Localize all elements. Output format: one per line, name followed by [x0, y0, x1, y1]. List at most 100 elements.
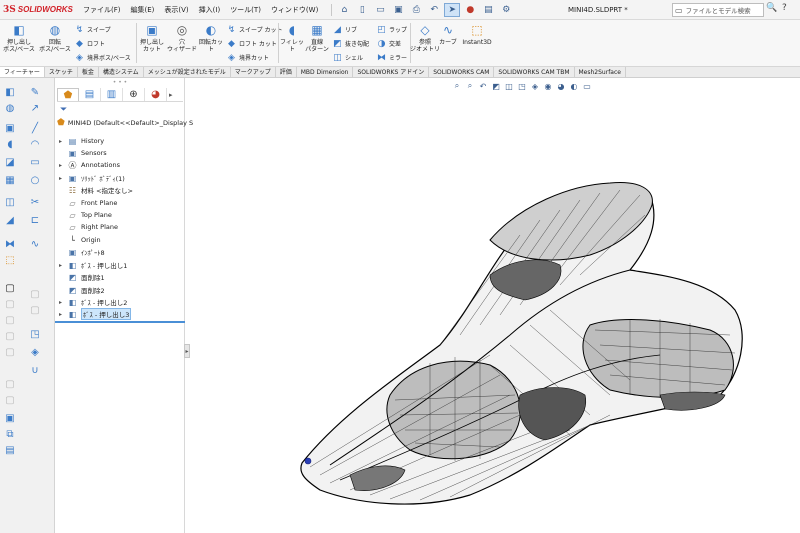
- options-gear-icon[interactable]: ⚙: [498, 3, 514, 17]
- tab-structure-system[interactable]: 構造システム: [99, 67, 144, 77]
- new-document-icon[interactable]: ▯: [354, 3, 370, 17]
- property-manager-tab-icon[interactable]: ▤: [79, 88, 101, 101]
- part-root-node[interactable]: ⬟ MINI4D (Default<<Default>_Display S: [57, 118, 193, 128]
- panel-grip-handle[interactable]: • • •: [55, 78, 185, 87]
- tab-features[interactable]: フィーチャー: [0, 67, 45, 77]
- properties-tool-icon[interactable]: ▤: [3, 444, 17, 457]
- select-pointer-icon[interactable]: ➤: [444, 2, 461, 17]
- search-input[interactable]: ファイルとモデル検索: [686, 5, 751, 15]
- tree-item-boss-extrude-1[interactable]: ▸ ◧ ﾎﾞｽ - 押し出し1: [59, 259, 127, 271]
- feature-tree-tab-icon[interactable]: ⬟: [57, 88, 79, 101]
- menu-insert[interactable]: 挿入(I): [194, 0, 226, 20]
- mirror-tool-icon[interactable]: ⧓: [3, 238, 17, 251]
- reference-geometry-button[interactable]: ◇ 参照 ジオメトリ: [410, 23, 440, 53]
- tree-item-origin[interactable]: └ Origin: [59, 234, 101, 246]
- tree-item-history[interactable]: ▸ ▤ History: [59, 135, 104, 147]
- disabled-tool-icon[interactable]: ▢: [28, 304, 42, 317]
- tree-item-boss-extrude-2[interactable]: ▸ ◧ ﾎﾞｽ - 押し出し2: [59, 296, 127, 308]
- curves-button[interactable]: ∿ カーブ: [438, 23, 458, 46]
- zoom-to-fit-icon[interactable]: ⌕: [452, 81, 462, 91]
- edit-appearance-icon[interactable]: ◕: [556, 81, 566, 91]
- chamfer-tool-icon[interactable]: ◪: [3, 156, 17, 169]
- boundary-boss-button[interactable]: ◈ 境界ボス/ベース: [74, 52, 131, 63]
- rebuild-icon[interactable]: ●: [462, 3, 478, 17]
- dimxpert-tab-icon[interactable]: ⊕: [123, 88, 145, 101]
- instant3d-button[interactable]: ⬚ Instant3D: [460, 23, 494, 46]
- arc-tool-icon[interactable]: ◠: [28, 138, 42, 151]
- tree-item-solid-bodies[interactable]: ▸ ▣ ｿﾘｯﾄﾞ ﾎﾞﾃﾞｨ(1): [59, 172, 125, 184]
- tab-sheet-metal[interactable]: 板金: [78, 67, 99, 77]
- curve-tool-icon[interactable]: ∪: [28, 364, 42, 377]
- tree-item-delete-face-1[interactable]: ◩ 面削除1: [59, 271, 105, 283]
- copy-tool-icon[interactable]: ⧉: [3, 428, 17, 441]
- disabled-tool-icon[interactable]: ▢: [3, 298, 17, 311]
- expand-arrow-icon[interactable]: ▸: [59, 175, 67, 182]
- disabled-tool-icon[interactable]: ▢: [3, 282, 17, 295]
- extruded-cut-button[interactable]: ▣ 押し出し カット: [138, 23, 166, 53]
- rollback-bar[interactable]: [55, 321, 185, 323]
- swept-boss-button[interactable]: ↯ スイープ: [74, 24, 111, 35]
- disabled-tool-icon[interactable]: ▢: [3, 378, 17, 391]
- section-view-icon[interactable]: ◩: [491, 81, 501, 91]
- offset-tool-icon[interactable]: ⊏: [28, 214, 42, 227]
- tree-item-import[interactable]: ▣ ｲﾝﾎﾟｰﾄ8: [59, 246, 105, 258]
- revolved-cut-button[interactable]: ◐ 回転カット: [198, 23, 224, 53]
- tree-item-top-plane[interactable]: ▱ Top Plane: [59, 209, 111, 221]
- revolved-boss-button[interactable]: ◍ 回転 ボス/ベース: [38, 23, 72, 53]
- tree-item-delete-face-2[interactable]: ◩ 面削除2: [59, 284, 105, 296]
- solidworks-logo[interactable]: 3S SOLIDWORKS: [0, 5, 76, 15]
- mate-tool-icon[interactable]: ⬚: [3, 254, 17, 267]
- tree-item-boss-extrude-3[interactable]: ▸ ◧ ﾎﾞｽ - 押し出し3: [59, 308, 132, 320]
- menu-window[interactable]: ウィンドウ(W): [266, 0, 323, 20]
- expand-arrow-icon[interactable]: ▸: [59, 162, 67, 169]
- rib-button[interactable]: ◢ リブ: [332, 24, 357, 35]
- tree-item-material[interactable]: ☷ 材料 <指定なし>: [59, 184, 133, 196]
- expand-arrow-icon[interactable]: ▸: [59, 311, 67, 318]
- hole-wizard-button[interactable]: ◎ 穴 ウィザード: [166, 23, 198, 53]
- rib-tool-icon[interactable]: ◢: [3, 214, 17, 227]
- swept-cut-button[interactable]: ↯ スイープ カット: [226, 24, 283, 35]
- tab-evaluate[interactable]: 評価: [276, 67, 297, 77]
- filter-icon[interactable]: ⏷: [60, 105, 67, 115]
- view-settings-icon[interactable]: ▭: [582, 81, 592, 91]
- expand-arrow-icon[interactable]: ▸: [59, 262, 67, 269]
- shell-button[interactable]: ◫ シェル: [332, 52, 363, 63]
- disabled-tool-icon[interactable]: ▢: [3, 394, 17, 407]
- smart-dimension-icon[interactable]: ↗: [28, 102, 42, 115]
- menu-edit[interactable]: 編集(E): [126, 0, 160, 20]
- dynamic-annotation-icon[interactable]: ◫: [504, 81, 514, 91]
- disabled-tool-icon[interactable]: ▢: [3, 314, 17, 327]
- wrap-button[interactable]: ◰ ラップ: [376, 24, 407, 35]
- menu-tools[interactable]: ツール(T): [225, 0, 266, 20]
- apply-scene-icon[interactable]: ◐: [569, 81, 579, 91]
- fillet-button[interactable]: ◖ フィレット: [280, 23, 304, 53]
- boundary-cut-button[interactable]: ◈ 境界カット: [226, 52, 269, 63]
- graphics-viewport[interactable]: [190, 95, 800, 533]
- expand-arrow-icon[interactable]: ▸: [59, 138, 67, 145]
- display-style-icon[interactable]: ◈: [28, 346, 42, 359]
- pattern-tool-icon[interactable]: ▦: [3, 174, 17, 187]
- tab-solidworks-addins[interactable]: SOLIDWORKS アドイン: [353, 67, 430, 77]
- previous-view-icon[interactable]: ↶: [478, 81, 488, 91]
- extruded-boss-button[interactable]: ◧ 押し出し ボス/ベース: [2, 23, 36, 53]
- display-style-icon[interactable]: ◈: [530, 81, 540, 91]
- rectangle-tool-icon[interactable]: ▭: [28, 156, 42, 169]
- tab-solidworks-cam[interactable]: SOLIDWORKS CAM: [429, 67, 495, 77]
- file-properties-icon[interactable]: ▤: [480, 3, 496, 17]
- tree-item-annotations[interactable]: ▸ Ⓐ Annotations: [59, 159, 120, 171]
- configuration-manager-tab-icon[interactable]: ▥: [101, 88, 123, 101]
- lofted-boss-button[interactable]: ◆ ロフト: [74, 38, 105, 49]
- spline-tool-icon[interactable]: ∿: [28, 238, 42, 251]
- boss-extrude-tool-icon[interactable]: ◧: [3, 86, 17, 99]
- linear-pattern-button[interactable]: ▦ 直線 パターン: [304, 23, 330, 53]
- tab-solidworks-cam-tbm[interactable]: SOLIDWORKS CAM TBM: [494, 67, 575, 77]
- expand-arrow-icon[interactable]: ▸: [59, 299, 67, 306]
- zoom-to-area-icon[interactable]: ⌕: [465, 81, 475, 91]
- disabled-tool-icon[interactable]: ▢: [28, 288, 42, 301]
- save-tool-icon[interactable]: ▣: [3, 412, 17, 425]
- print-icon[interactable]: ⎙: [408, 3, 424, 17]
- tree-item-right-plane[interactable]: ▱ Right Plane: [59, 221, 118, 233]
- tab-sketch[interactable]: スケッチ: [45, 67, 78, 77]
- search-box[interactable]: ▭ ファイルとモデル検索: [672, 3, 764, 17]
- line-tool-icon[interactable]: ╱: [28, 122, 42, 135]
